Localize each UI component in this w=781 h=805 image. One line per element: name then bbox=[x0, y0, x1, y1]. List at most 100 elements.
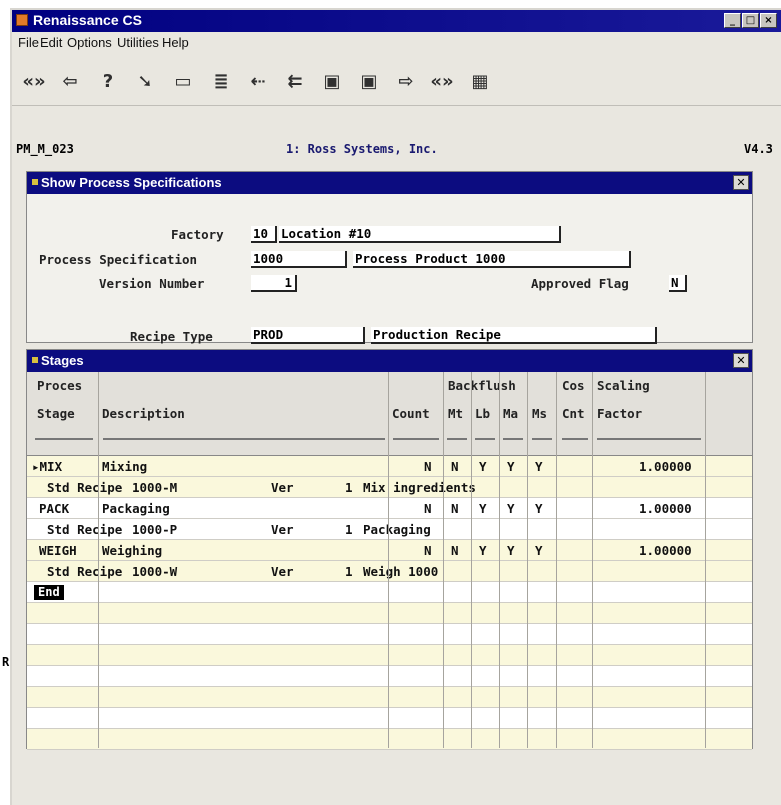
header-backflush: Backflush bbox=[448, 378, 516, 393]
ma-flag[interactable]: Y bbox=[507, 543, 515, 558]
folder-icon[interactable]: ▭ bbox=[167, 66, 199, 96]
process-spec-name-field[interactable]: Process Product 1000 bbox=[353, 251, 631, 268]
version-number-field[interactable]: 1 bbox=[251, 275, 297, 292]
menu-edit[interactable]: Edit bbox=[40, 35, 62, 50]
refresh-icon[interactable]: ▣ bbox=[353, 66, 385, 96]
ms-flag[interactable]: Y bbox=[535, 501, 543, 516]
toolbar: «» ⇦ ? ➘ ▭ ≣ ⇠ ⇇ ▣ ▣ ⇨ «» ▦ bbox=[12, 56, 781, 106]
insert-icon[interactable]: ⇠ bbox=[242, 66, 274, 96]
recipe-description: Mix ingredients bbox=[363, 480, 476, 495]
save-icon[interactable]: ▣ bbox=[316, 66, 348, 96]
process-spec-code-field[interactable]: 1000 bbox=[251, 251, 347, 268]
count-flag[interactable]: N bbox=[424, 459, 432, 474]
empty-row[interactable] bbox=[27, 603, 752, 624]
stage-description: Mixing bbox=[102, 459, 148, 474]
app-icon bbox=[16, 14, 28, 26]
status-line: PM_M_023 1: Ross Systems, Inc. V4.3 bbox=[12, 140, 781, 160]
menu-help[interactable]: Help bbox=[162, 35, 189, 50]
approved-flag-field[interactable]: N bbox=[669, 275, 687, 292]
ms-flag[interactable]: Y bbox=[535, 459, 543, 474]
title-bar[interactable]: Renaissance CS _ □ × bbox=[12, 10, 781, 32]
maximize-button[interactable]: □ bbox=[742, 13, 759, 28]
first-record-icon[interactable]: «» bbox=[18, 66, 50, 96]
empty-row[interactable] bbox=[27, 624, 752, 645]
header-cos: Cos bbox=[562, 378, 585, 393]
ma-flag[interactable]: Y bbox=[507, 501, 515, 516]
recipe-ver-label: Ver bbox=[271, 480, 294, 495]
process-spec-title-bar[interactable]: Show Process Specifications ✕ bbox=[27, 172, 752, 194]
ms-flag[interactable]: Y bbox=[535, 543, 543, 558]
empty-row[interactable] bbox=[27, 687, 752, 708]
stage-code: WEIGH bbox=[39, 543, 77, 558]
menu-options[interactable]: Options bbox=[67, 35, 112, 50]
stages-grid: Proces Stage Description Count Backflush… bbox=[27, 372, 752, 750]
scaling-factor[interactable]: 1.00000 bbox=[639, 501, 692, 516]
menu-bar: File Edit Options Utilities Help bbox=[12, 32, 781, 54]
dialog-icon bbox=[32, 179, 38, 185]
table-row[interactable]: ▸MIX Mixing N N Y Y Y 1.00000 bbox=[27, 456, 752, 477]
minimize-button[interactable]: _ bbox=[724, 13, 741, 28]
empty-row[interactable] bbox=[27, 729, 752, 750]
recipe-row[interactable]: Std Recipe 1000-P Ver 1 Packaging bbox=[27, 519, 752, 540]
header-stage-top: Proces bbox=[37, 378, 83, 393]
version-number-label: Version Number bbox=[99, 276, 205, 291]
count-flag[interactable]: N bbox=[424, 501, 432, 516]
empty-row[interactable] bbox=[27, 708, 752, 729]
header-mt[interactable]: Mt bbox=[448, 406, 463, 421]
grid-header: Proces Stage Description Count Backflush… bbox=[27, 372, 752, 456]
close-icon[interactable]: ✕ bbox=[733, 353, 749, 368]
empty-row[interactable] bbox=[27, 645, 752, 666]
lb-flag[interactable]: Y bbox=[479, 459, 487, 474]
mt-flag[interactable]: N bbox=[451, 501, 459, 516]
mt-flag[interactable]: N bbox=[451, 459, 459, 474]
table-row[interactable]: WEIGH Weighing N N Y Y Y 1.00000 bbox=[27, 540, 752, 561]
lb-flag[interactable]: Y bbox=[479, 501, 487, 516]
recipe-description: Packaging bbox=[363, 522, 431, 537]
ma-flag[interactable]: Y bbox=[507, 459, 515, 474]
recipe-row[interactable]: Std Recipe 1000-W Ver 1 Weigh 1000 bbox=[27, 561, 752, 582]
help-icon[interactable]: ? bbox=[92, 66, 124, 96]
header-ma[interactable]: Ma bbox=[503, 406, 518, 421]
recipe-type-name-field[interactable]: Production Recipe bbox=[371, 327, 657, 344]
menu-utilities[interactable]: Utilities bbox=[117, 35, 159, 50]
recipe-row[interactable]: Std Recipe 1000-M Ver 1 Mix ingredients bbox=[27, 477, 752, 498]
approved-flag-label: Approved Flag bbox=[531, 276, 629, 291]
stage-code: ▸MIX bbox=[32, 459, 63, 474]
scaling-factor[interactable]: 1.00000 bbox=[639, 459, 692, 474]
print-icon[interactable]: ≣ bbox=[205, 66, 237, 96]
factory-name-field[interactable]: Location #10 bbox=[279, 226, 561, 243]
select-arrow-icon[interactable]: ➘ bbox=[129, 66, 161, 96]
menu-file[interactable]: File bbox=[18, 35, 39, 50]
header-stage[interactable]: Stage bbox=[37, 406, 75, 421]
window-title: Renaissance CS bbox=[33, 12, 142, 28]
calculator-icon[interactable]: ▦ bbox=[464, 66, 496, 96]
header-cnt[interactable]: Cnt bbox=[562, 406, 585, 421]
close-icon[interactable]: ✕ bbox=[733, 175, 749, 190]
end-row[interactable]: End bbox=[27, 582, 752, 603]
next-record-icon[interactable]: ⇨ bbox=[390, 66, 422, 96]
last-record-icon[interactable]: «» bbox=[426, 66, 458, 96]
header-ms[interactable]: Ms bbox=[532, 406, 547, 421]
stage-description: Packaging bbox=[102, 501, 170, 516]
recipe-label: Std Recipe bbox=[47, 480, 123, 495]
empty-row[interactable] bbox=[27, 666, 752, 687]
recipe-description: Weigh 1000 bbox=[363, 564, 439, 579]
previous-record-icon[interactable]: ⇦ bbox=[54, 66, 86, 96]
count-flag[interactable]: N bbox=[424, 543, 432, 558]
mt-flag[interactable]: N bbox=[451, 543, 459, 558]
recipe-version: 1 bbox=[345, 564, 353, 579]
header-lb[interactable]: Lb bbox=[475, 406, 490, 421]
header-factor[interactable]: Factor bbox=[597, 406, 642, 421]
scaling-factor[interactable]: 1.00000 bbox=[639, 543, 692, 558]
company-name: 1: Ross Systems, Inc. bbox=[286, 142, 438, 156]
stages-title-bar[interactable]: Stages ✕ bbox=[27, 350, 752, 372]
delete-icon[interactable]: ⇇ bbox=[279, 66, 311, 96]
header-description[interactable]: Description bbox=[102, 406, 185, 421]
factory-code-field[interactable]: 10 bbox=[251, 226, 277, 243]
recipe-type-code-field[interactable]: PROD bbox=[251, 327, 365, 344]
version-label: V4.3 bbox=[744, 142, 773, 156]
close-button[interactable]: × bbox=[760, 13, 777, 28]
table-row[interactable]: PACK Packaging N N Y Y Y 1.00000 bbox=[27, 498, 752, 519]
header-count[interactable]: Count bbox=[392, 406, 430, 421]
lb-flag[interactable]: Y bbox=[479, 543, 487, 558]
